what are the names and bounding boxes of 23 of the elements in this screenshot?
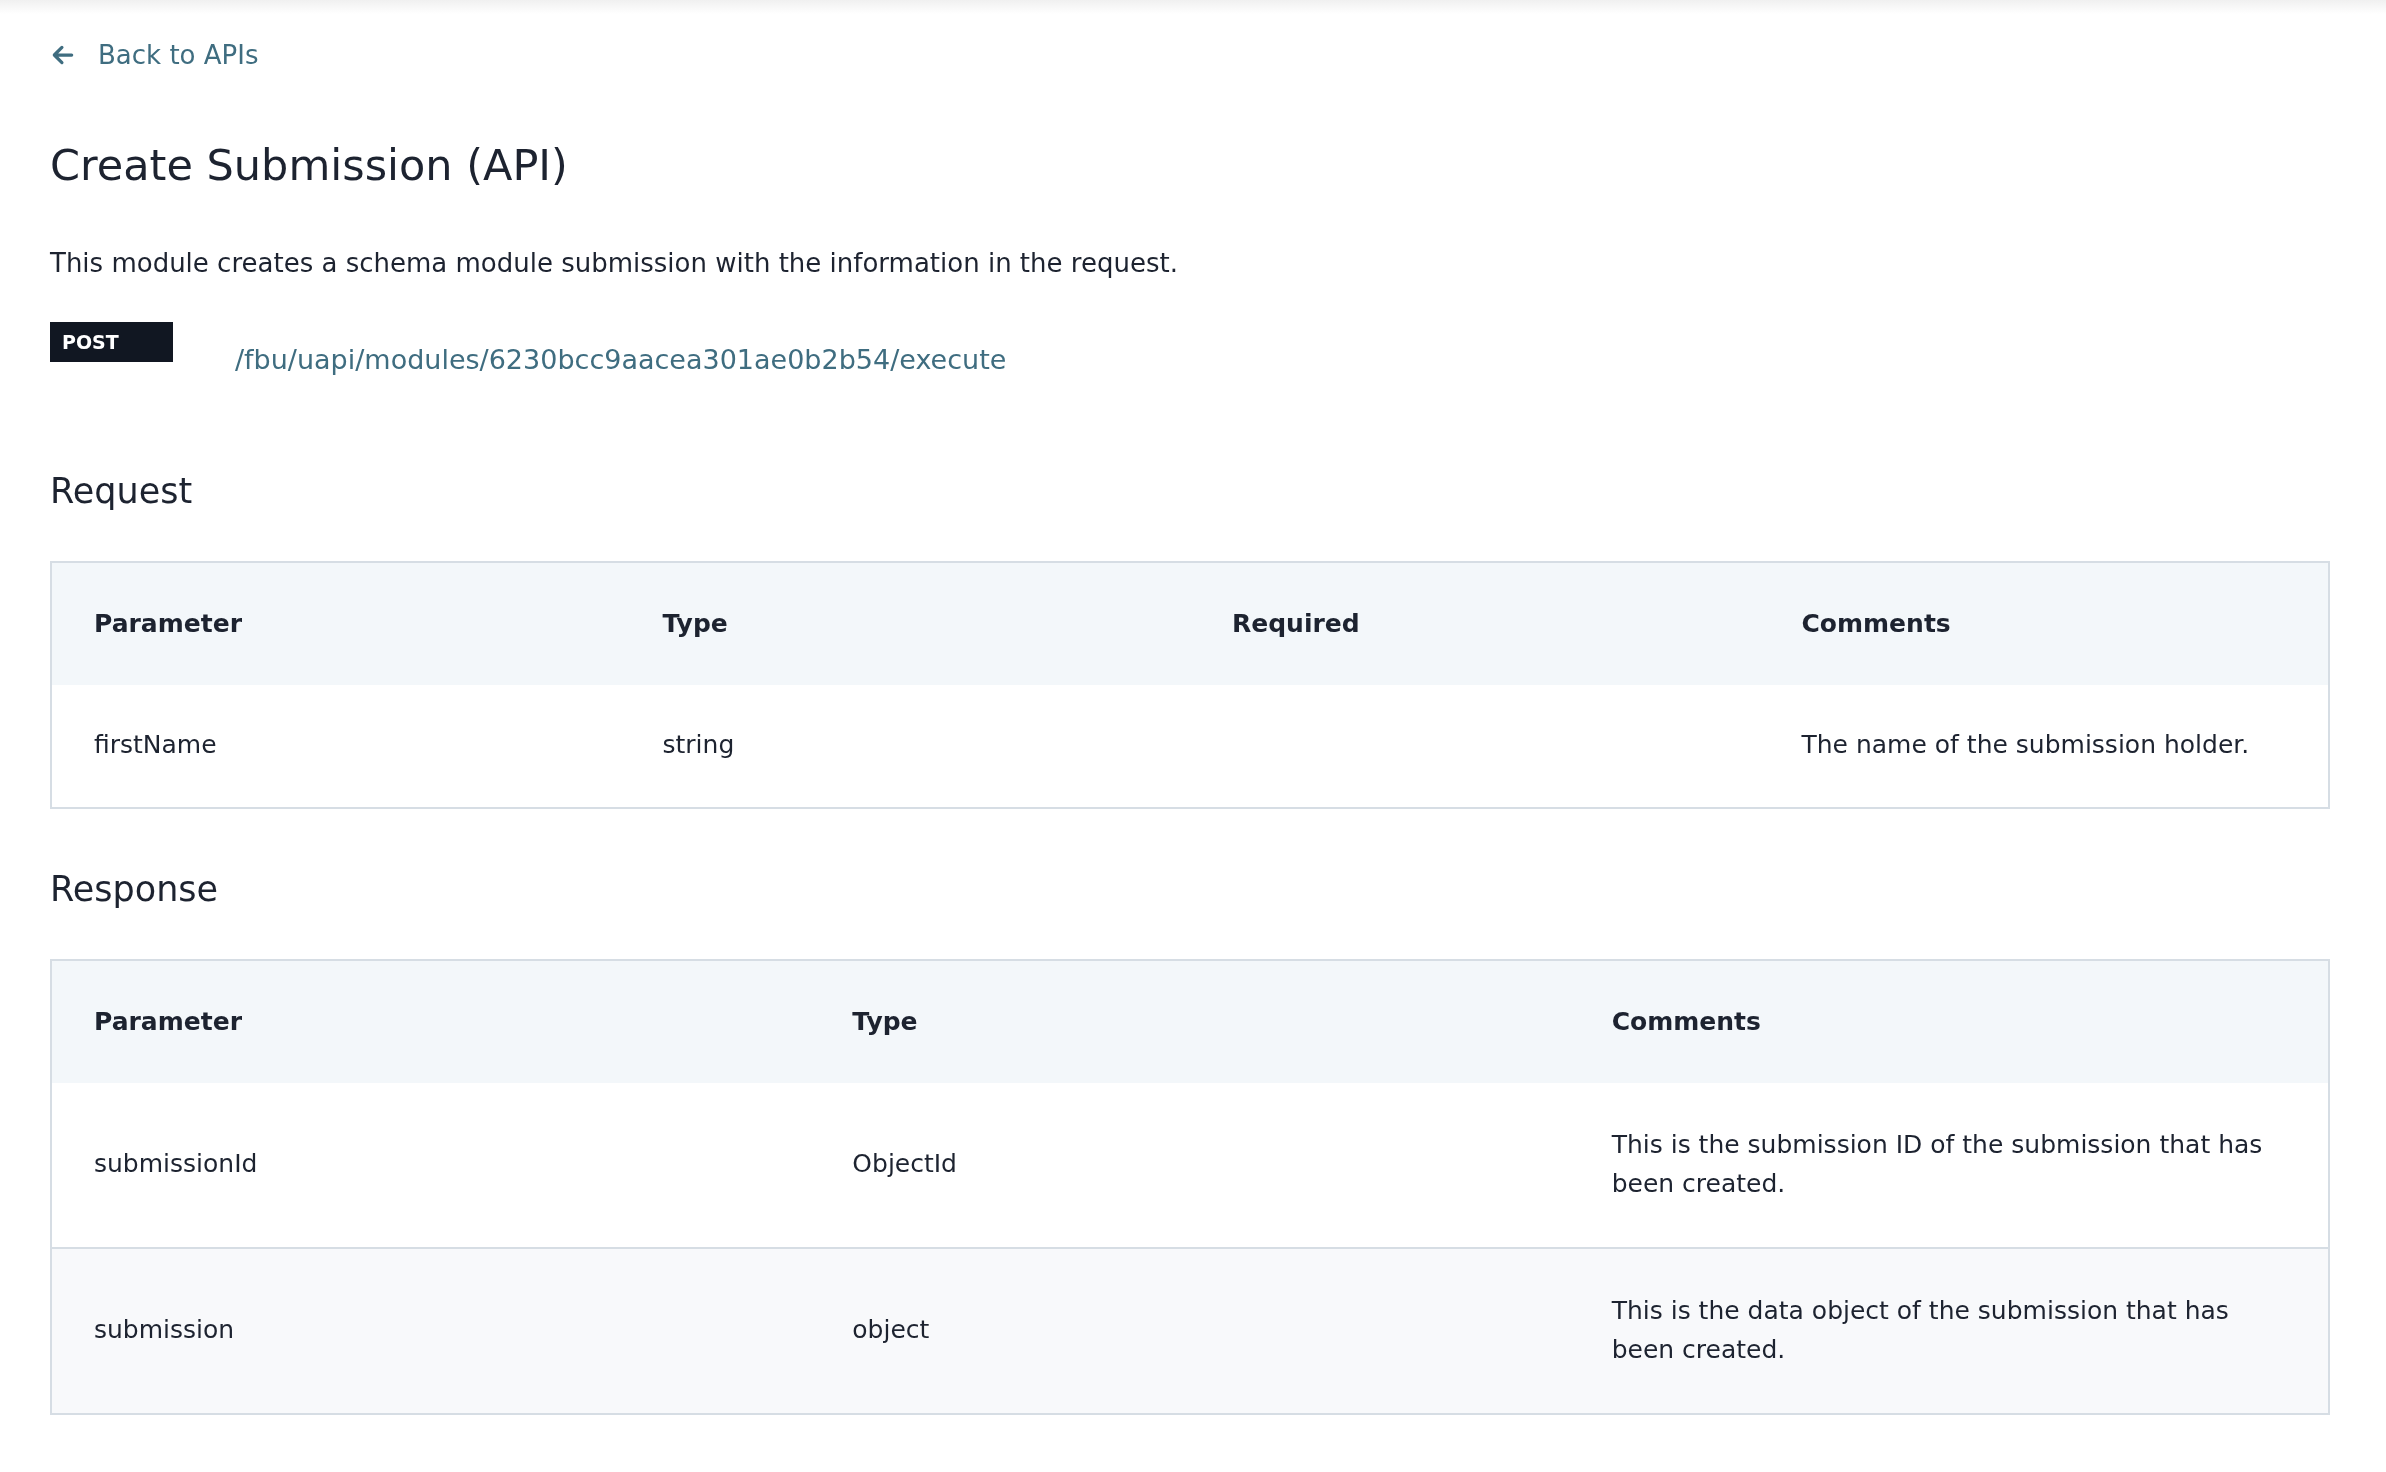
column-header: Type	[620, 561, 1190, 685]
column-header: Parameter	[51, 561, 621, 685]
endpoint-path: /fbu/uapi/modules/6230bcc9aacea301ae0b2b54/execute	[235, 343, 1007, 375]
method-badge: POST	[50, 321, 173, 362]
column-header: Comments	[1569, 959, 2329, 1083]
back-link[interactable]: Back to APIs	[50, 40, 259, 70]
table-cell: submission	[51, 1247, 811, 1414]
table-cell: The name of the submission holder.	[1759, 684, 2329, 808]
section-heading: Response	[50, 868, 220, 909]
description-text: This module creates a schema module submission with the information in the request.	[50, 247, 1179, 278]
column-header: Type	[810, 959, 1570, 1083]
page-title: Create Submission (API)	[50, 140, 569, 192]
table-cell: firstName	[51, 684, 621, 808]
table-cell: ObjectId	[810, 1082, 1570, 1248]
table-cell: submissionId	[51, 1082, 811, 1248]
table-cell: This is the data object of the submission that has been created.	[1569, 1247, 2329, 1414]
column-header: Parameter	[51, 959, 811, 1083]
column-header: Comments	[1759, 561, 2329, 685]
section-heading: Request	[50, 470, 194, 511]
column-header: Required	[1190, 561, 1760, 685]
table-cell: object	[810, 1247, 1570, 1414]
table-cell: string	[620, 684, 1190, 808]
table-cell: This is the submission ID of the submission that has been created.	[1569, 1082, 2329, 1248]
